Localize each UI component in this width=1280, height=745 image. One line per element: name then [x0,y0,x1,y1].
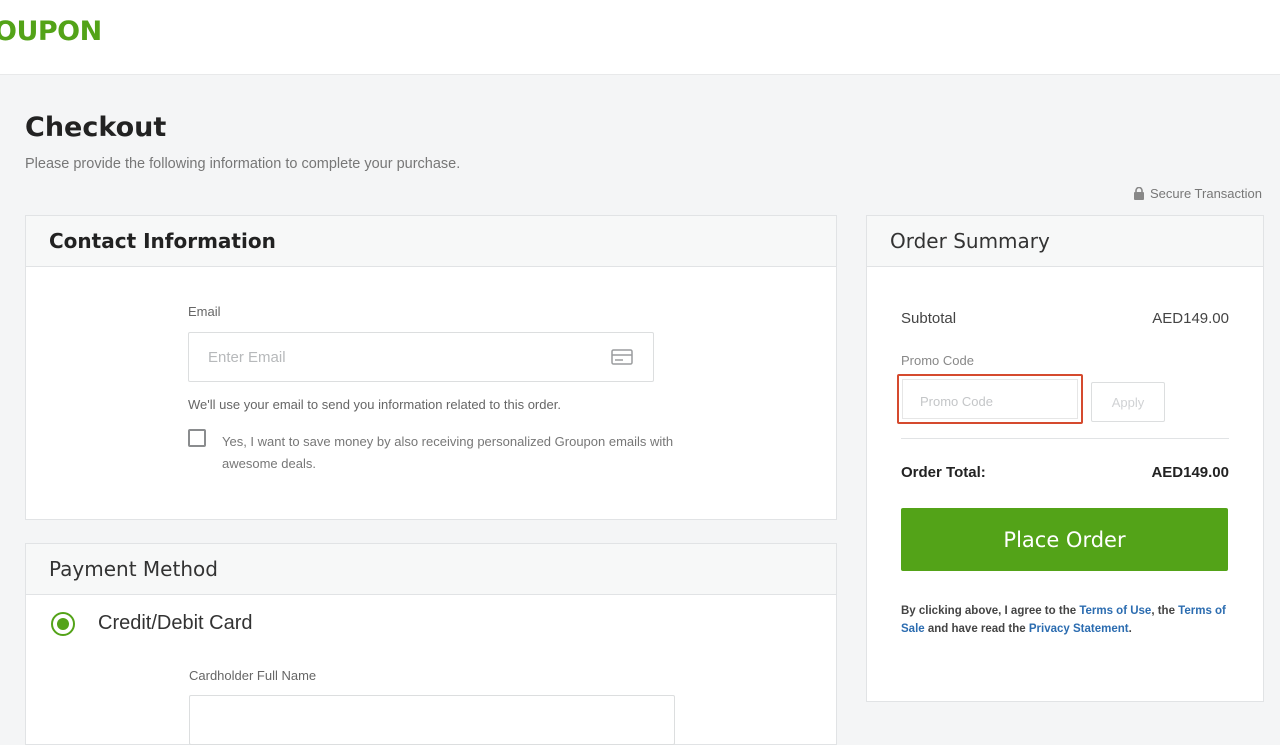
privacy-statement-link[interactable]: Privacy Statement [1029,623,1129,635]
subtotal-row: Subtotal AED149.00 [901,310,1229,327]
credit-card-option-label[interactable]: Credit/Debit Card [98,612,253,635]
place-order-button[interactable]: Place Order [901,508,1228,571]
payment-heading: Payment Method [26,544,836,595]
legal-prefix: By clicking above, I agree to the [901,605,1080,617]
optin-label[interactable]: Yes, I want to save money by also receiv… [222,431,722,475]
contact-heading: Contact Information [26,216,836,267]
subtotal-value: AED149.00 [1152,310,1229,327]
order-summary-card: Order Summary Subtotal AED149.00 Promo C… [866,215,1264,702]
secure-transaction: Secure Transaction [1133,186,1262,201]
credit-card-radio[interactable] [51,612,75,636]
legal-text: By clicking above, I agree to the Terms … [901,602,1231,638]
promo-code-input[interactable]: Promo Code [897,374,1083,424]
summary-divider [901,438,1229,439]
terms-of-use-link[interactable]: Terms of Use [1079,605,1151,617]
cardholder-name-input[interactable] [189,695,675,745]
email-card-icon [611,349,633,365]
order-total-value: AED149.00 [1151,464,1229,481]
promo-code-placeholder: Promo Code [920,394,993,409]
email-placeholder: Enter Email [208,349,286,366]
groupon-logo[interactable]: OUPON [0,16,102,47]
apply-button[interactable]: Apply [1091,382,1165,422]
legal-mid-2: and have read the [924,623,1029,635]
email-note: We'll use your email to send you informa… [188,397,561,412]
legal-mid-1: , the [1151,605,1179,617]
page-title: Checkout [25,112,167,143]
optin-checkbox[interactable] [188,429,206,447]
payment-method-card: Payment Method Credit/Debit Card Cardhol… [25,543,837,745]
legal-suffix: . [1128,623,1132,635]
order-total-row: Order Total: AED149.00 [901,464,1229,481]
top-header: OUPON [0,0,1280,75]
cardholder-name-label: Cardholder Full Name [189,668,317,683]
promo-code-label: Promo Code [901,353,974,368]
contact-information-card: Contact Information Email Enter Email We… [25,215,837,520]
subtotal-label: Subtotal [901,310,957,327]
order-total-label: Order Total: [901,464,986,481]
order-summary-heading: Order Summary [867,216,1263,267]
promo-code-field[interactable]: Promo Code [902,379,1078,419]
secure-transaction-label: Secure Transaction [1149,186,1262,201]
email-input[interactable]: Enter Email [188,332,654,382]
page-subtitle: Please provide the following information… [25,156,461,172]
email-label: Email [188,304,221,319]
lock-icon [1133,187,1144,200]
